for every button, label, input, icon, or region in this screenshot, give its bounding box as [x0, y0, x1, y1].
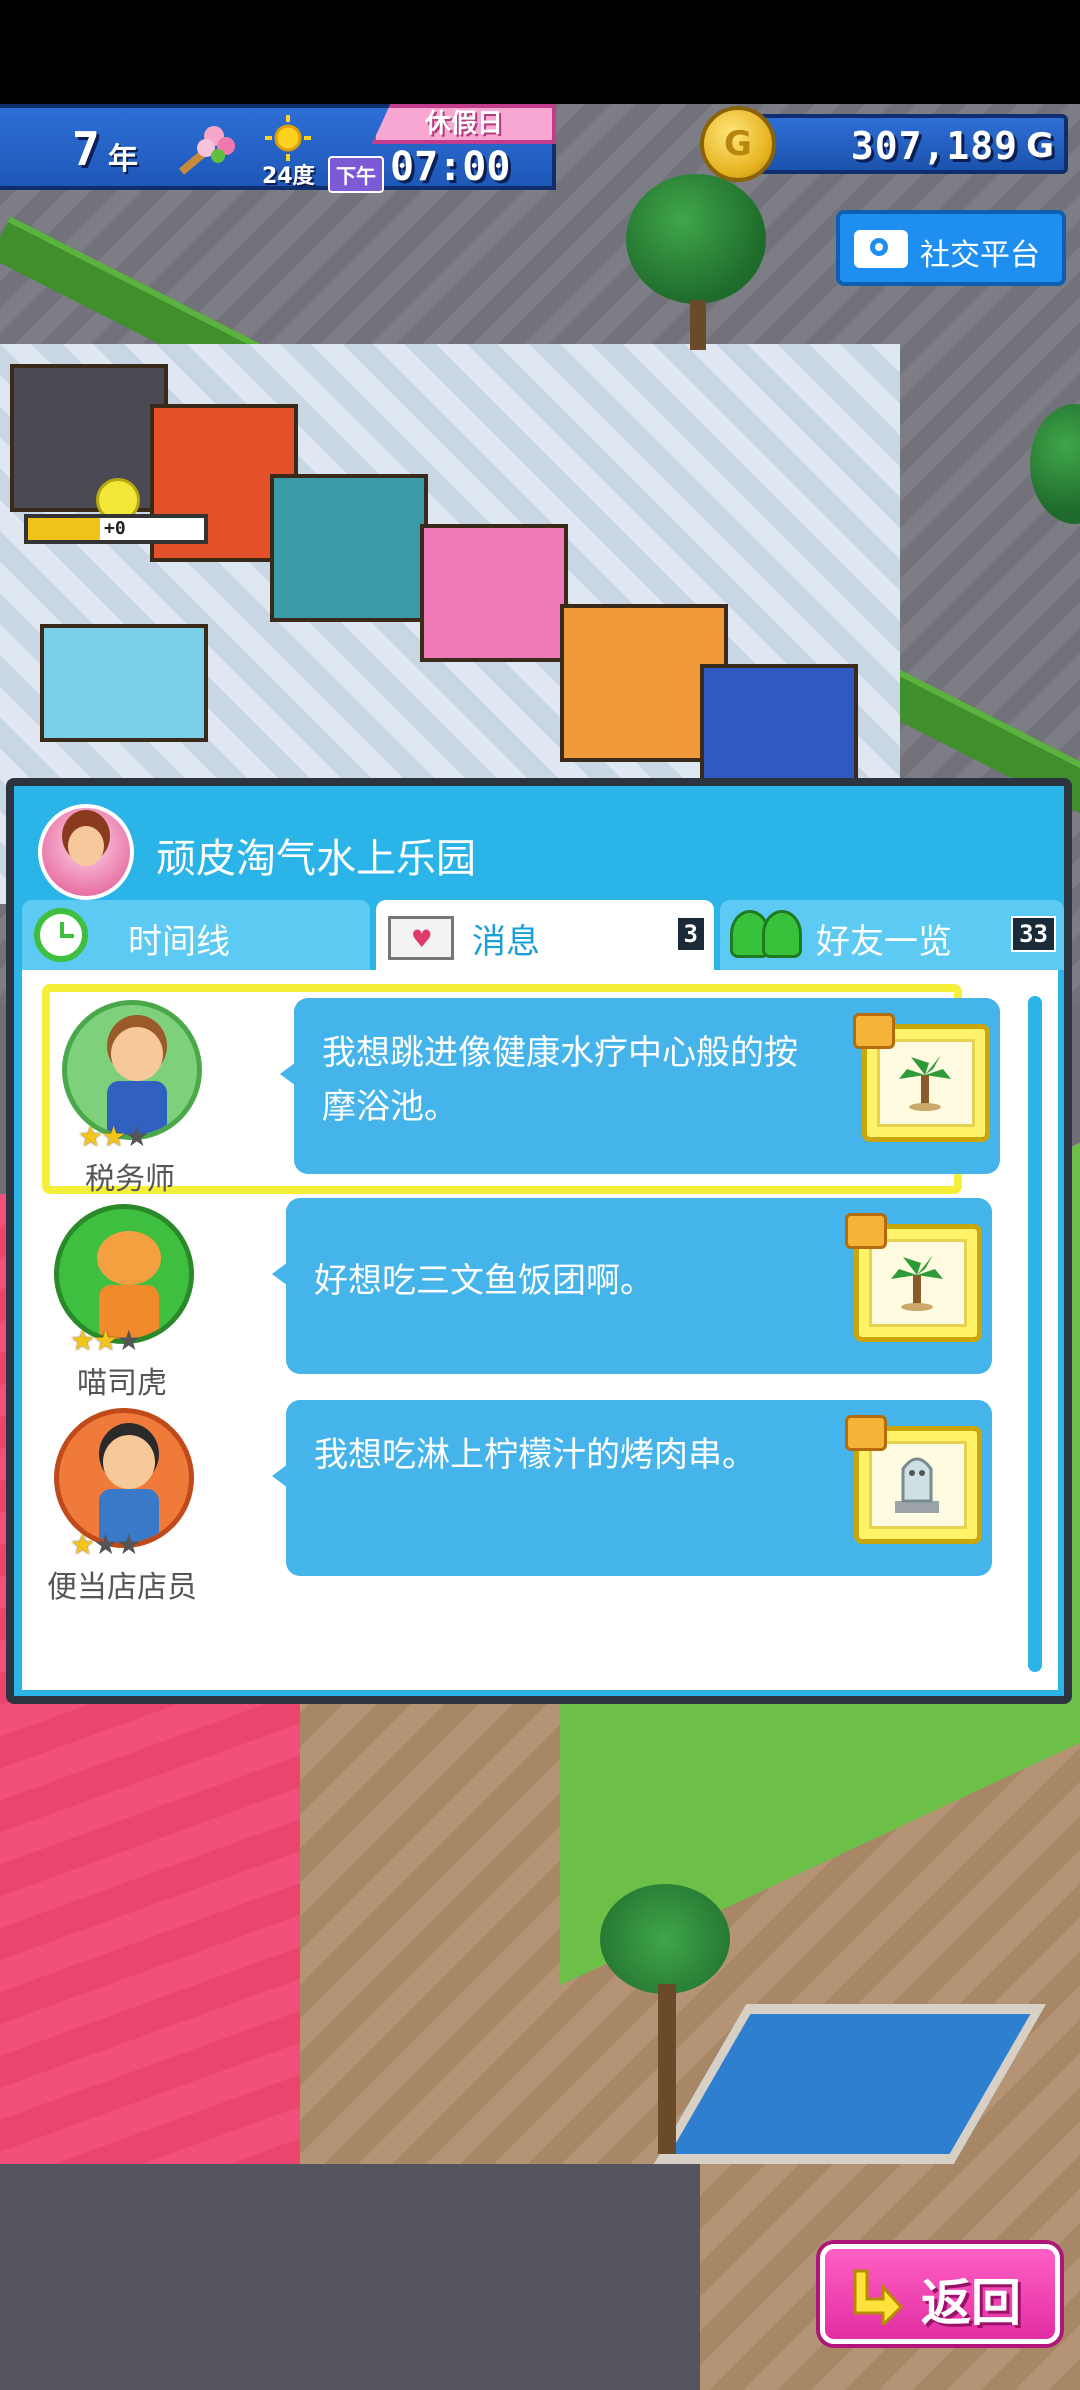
- flower-bouquet-icon: [178, 126, 235, 175]
- money-unit: G: [1026, 126, 1054, 166]
- message-bubble: 我想吃淋上柠檬汁的烤肉串。: [272, 1400, 992, 1576]
- scrollbar[interactable]: [1028, 996, 1042, 1672]
- message-text: 好想吃三文鱼饭团啊。: [314, 1261, 654, 1301]
- sun-icon: [265, 115, 311, 161]
- year-number: 7: [72, 122, 100, 176]
- message-count-badge: 3: [675, 916, 706, 952]
- tab-messages[interactable]: 消息 3: [376, 900, 714, 970]
- palm-tree-icon: [899, 1055, 951, 1111]
- food-stall: [420, 524, 568, 662]
- mood-value: +0: [100, 518, 130, 540]
- avatar: [54, 1204, 194, 1344]
- gift-tag-icon: [853, 1013, 895, 1049]
- ampm-badge: 下午: [328, 156, 384, 193]
- message-row[interactable]: ★★★ 便当店店员 我想吃淋上柠檬汁的烤肉串。: [42, 1400, 992, 1610]
- year-unit: 年: [108, 142, 138, 177]
- mood-meter: +0: [24, 514, 208, 544]
- clock-icon: [34, 908, 88, 962]
- star-icon: ★: [116, 1528, 141, 1561]
- star-icon: ★: [70, 1528, 95, 1561]
- message-text: 我想跳进像健康水疗中心般的按摩浴池。: [322, 1033, 798, 1127]
- rating-stars: ★★★: [78, 1122, 188, 1152]
- sender-name: 便当店店员: [47, 1570, 197, 1605]
- star-icon: ★: [70, 1324, 95, 1357]
- food-stall: [10, 364, 168, 512]
- tab-friends-list[interactable]: 好友一览 33: [720, 900, 1064, 970]
- return-button[interactable]: 返回: [820, 2244, 1060, 2344]
- money-amount: 307,189: [850, 124, 1018, 168]
- message-row[interactable]: ★★★ 喵司虎 好想吃三文鱼饭团啊。: [42, 1196, 992, 1406]
- avatar: [54, 1408, 194, 1548]
- camera-icon: [854, 230, 908, 268]
- food-stall: [270, 474, 428, 622]
- social-platform-button[interactable]: 社交平台: [836, 210, 1066, 286]
- star-icon: ★: [93, 1324, 118, 1357]
- star-icon: ★: [93, 1528, 118, 1561]
- palm-tree: [600, 1884, 730, 1994]
- temperature: 24度: [262, 164, 315, 189]
- park-name: 顽皮淘气水上乐园: [156, 836, 476, 882]
- message-text: 我想吃淋上柠檬汁的烤肉串。: [314, 1435, 756, 1475]
- building-roof: [0, 2164, 700, 2390]
- gift-tag-icon: [845, 1415, 887, 1451]
- friend-count-badge: 33: [1011, 916, 1056, 952]
- tab-label: 消息: [472, 922, 540, 962]
- return-arrow-icon: [853, 2269, 904, 2325]
- holiday-badge: 休假日: [372, 104, 556, 144]
- tab-label: 时间线: [128, 922, 230, 962]
- message-list[interactable]: ★★★ 税务师 我想跳进像健康水疗中心般的按摩浴池。 ★★★ 喵司虎 好想吃三文…: [22, 970, 1058, 1690]
- sender-name: 喵司虎: [77, 1366, 167, 1401]
- game-clock: 07:00: [390, 144, 511, 190]
- tab-label: 好友一览: [816, 922, 952, 962]
- money-bar: 307,189 G: [742, 114, 1068, 174]
- message-bubble: 好想吃三文鱼饭团啊。: [272, 1198, 992, 1374]
- ghost-statue-icon: [895, 1457, 939, 1513]
- rating-stars: ★★★: [70, 1530, 180, 1560]
- envelope-icon: [388, 916, 454, 960]
- tree-trunk: [690, 300, 706, 350]
- tree: [626, 174, 766, 304]
- palm-tree-icon: [891, 1255, 943, 1311]
- friends-icon: [730, 910, 806, 960]
- star-icon: ★: [116, 1324, 141, 1357]
- avatar: [62, 1000, 202, 1140]
- park-avatar: [38, 804, 134, 900]
- rating-stars: ★★★: [70, 1326, 180, 1356]
- food-stall: [700, 664, 858, 792]
- palm-trunk: [658, 1984, 676, 2154]
- message-row[interactable]: ★★★ 税务师 我想跳进像健康水疗中心般的按摩浴池。: [42, 984, 1000, 1197]
- star-icon: ★: [78, 1120, 103, 1153]
- sender-name: 税务师: [85, 1162, 175, 1197]
- gift-button[interactable]: [845, 1213, 982, 1342]
- gift-button[interactable]: [845, 1415, 982, 1544]
- gift-button[interactable]: [853, 1013, 990, 1142]
- social-panel: 顽皮淘气水上乐园 时间线 消息 3 好友一览 33 ★★★ 税务师 我想跳进像健…: [6, 778, 1072, 1704]
- message-bubble: 我想跳进像健康水疗中心般的按摩浴池。: [280, 998, 1000, 1174]
- coin-icon: G: [700, 106, 776, 182]
- star-icon: ★: [101, 1120, 126, 1153]
- star-icon: ★: [124, 1120, 149, 1153]
- ice-stall: [40, 624, 208, 742]
- mood-meter-fill: [28, 518, 108, 540]
- gift-tag-icon: [845, 1213, 887, 1249]
- tab-timeline[interactable]: 时间线: [22, 900, 370, 970]
- social-platform-label: 社交平台: [920, 238, 1040, 273]
- return-label: 返回: [921, 2274, 1021, 2332]
